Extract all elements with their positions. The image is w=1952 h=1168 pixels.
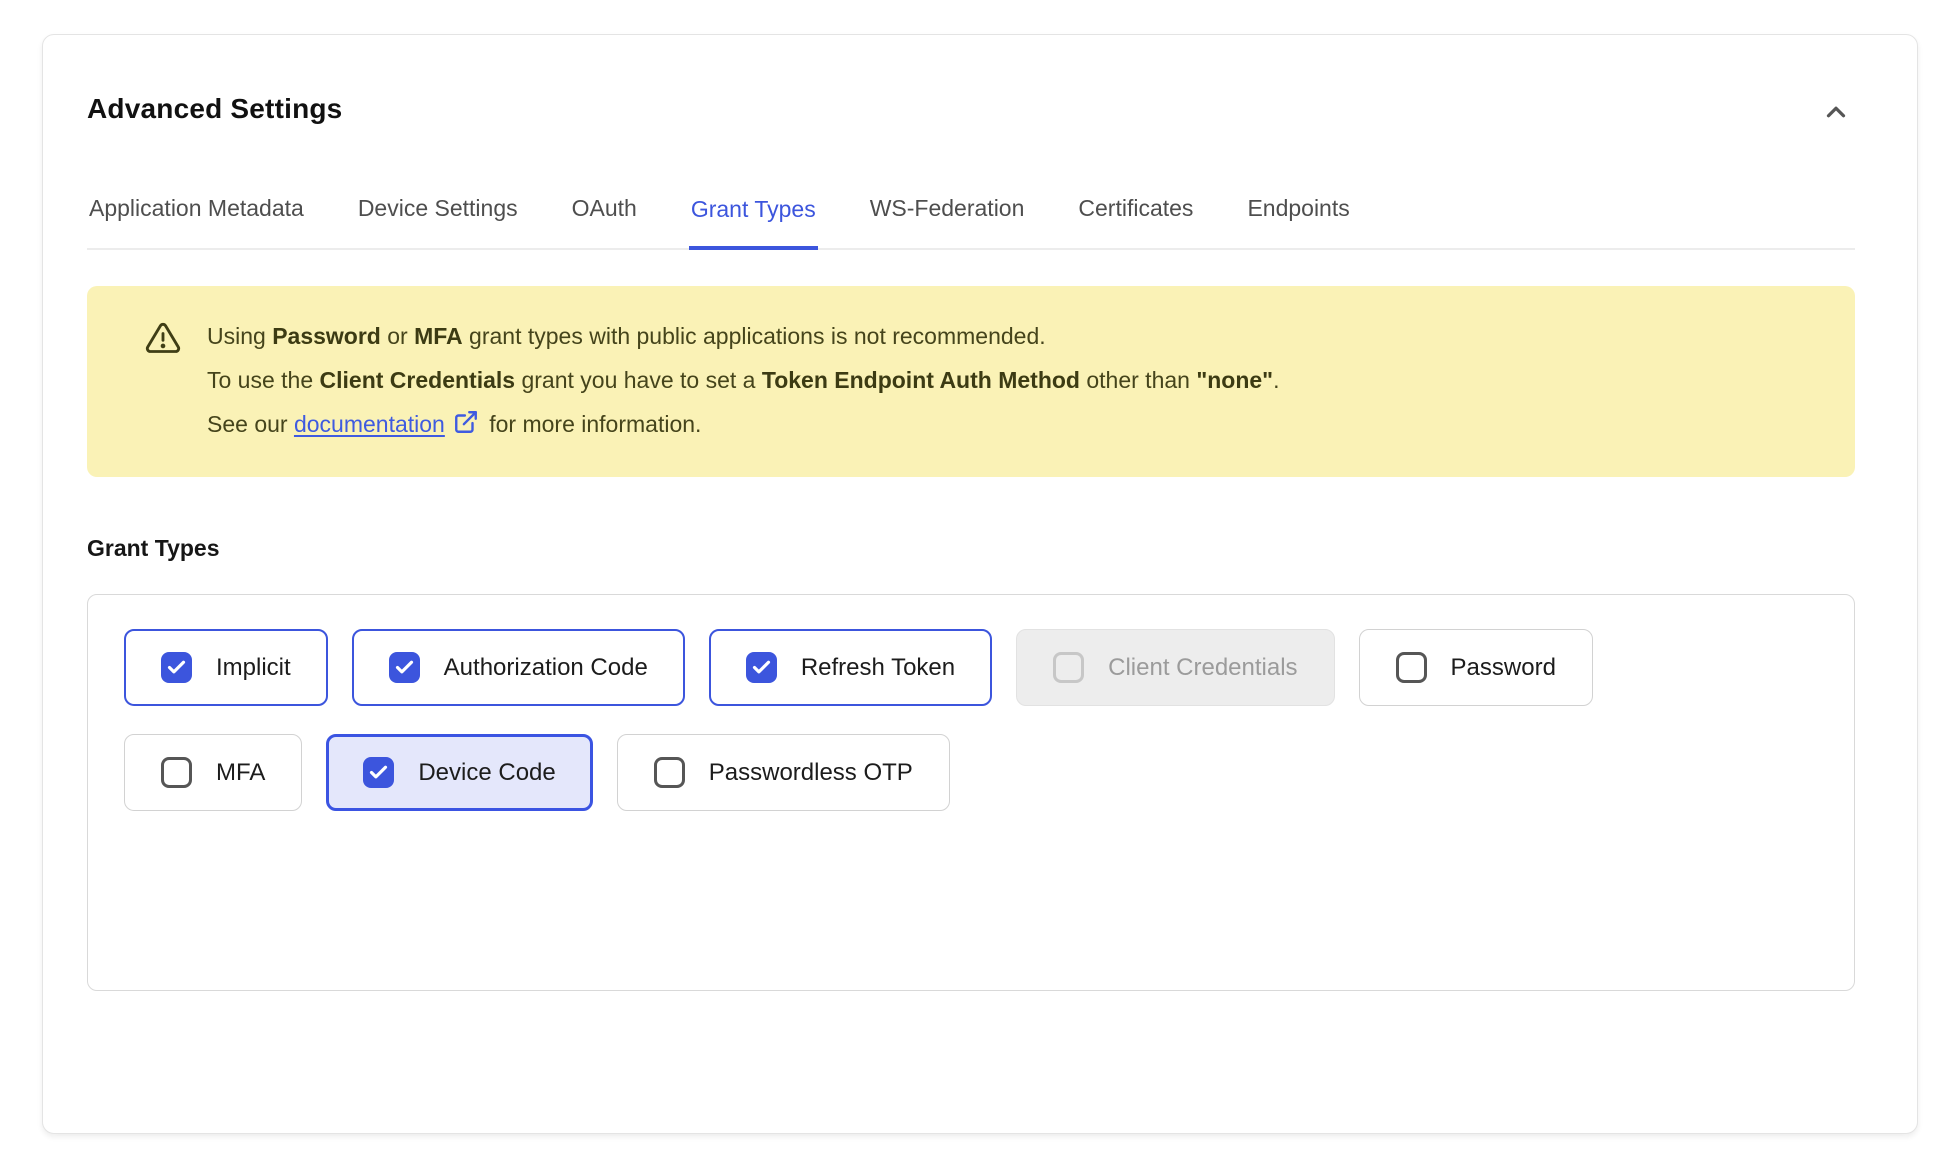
warning-bold-text: "none" bbox=[1196, 367, 1273, 393]
warning-line-2: To use the Client Credentials grant you … bbox=[207, 358, 1279, 402]
grant-type-label: Refresh Token bbox=[801, 654, 955, 682]
grant-type-label: Password bbox=[1451, 654, 1556, 682]
grant-type-label: Device Code bbox=[418, 759, 555, 787]
advanced-settings-panel: Advanced Settings Application Metadata De… bbox=[42, 34, 1918, 1134]
tab-oauth[interactable]: OAuth bbox=[570, 195, 639, 248]
checkbox-unchecked-icon[interactable] bbox=[1396, 652, 1427, 683]
grant-types-group: Implicit Authorization Code Refresh Token C… bbox=[87, 594, 1855, 991]
checkbox-checked-icon[interactable] bbox=[389, 652, 420, 683]
tab-device-settings[interactable]: Device Settings bbox=[356, 195, 520, 248]
warning-bold-text: Password bbox=[272, 323, 381, 349]
tab-certificates[interactable]: Certificates bbox=[1076, 195, 1195, 248]
panel-header: Advanced Settings bbox=[87, 91, 1855, 131]
warning-text: Using Password or MFA grant types with p… bbox=[207, 314, 1279, 449]
grant-type-chip-mfa[interactable]: MFA bbox=[124, 734, 302, 811]
settings-tab-bar: Application Metadata Device Settings OAuth… bbox=[87, 195, 1855, 250]
checkbox-checked-icon[interactable] bbox=[363, 757, 394, 788]
grant-type-chip-password[interactable]: Password bbox=[1359, 629, 1593, 706]
warning-banner: Using Password or MFA grant types with p… bbox=[87, 286, 1855, 477]
warning-bold-text: Token Endpoint Auth Method bbox=[762, 367, 1080, 393]
warning-line-1: Using Password or MFA grant types with p… bbox=[207, 314, 1279, 358]
grant-type-label: Passwordless OTP bbox=[709, 759, 913, 787]
grant-type-chip-authorization-code[interactable]: Authorization Code bbox=[352, 629, 685, 706]
external-link-icon[interactable] bbox=[453, 405, 479, 449]
warning-bold-text: Client Credentials bbox=[320, 367, 516, 393]
chevron-up-icon bbox=[1821, 97, 1851, 127]
warning-bold-text: MFA bbox=[414, 323, 463, 349]
grant-types-row-2: MFA Device Code Passwordless OTP bbox=[124, 734, 1824, 811]
grant-type-chip-passwordless-otp[interactable]: Passwordless OTP bbox=[617, 734, 950, 811]
checkbox-checked-icon[interactable] bbox=[746, 652, 777, 683]
checkbox-unchecked-icon[interactable] bbox=[161, 757, 192, 788]
grant-type-chip-device-code[interactable]: Device Code bbox=[326, 734, 592, 811]
page-title: Advanced Settings bbox=[87, 91, 342, 127]
grant-type-label: Authorization Code bbox=[444, 654, 648, 682]
checkbox-unchecked-icon[interactable] bbox=[654, 757, 685, 788]
grant-type-chip-refresh-token[interactable]: Refresh Token bbox=[709, 629, 992, 706]
checkbox-checked-icon[interactable] bbox=[161, 652, 192, 683]
grant-type-label: Client Credentials bbox=[1108, 654, 1297, 682]
tab-endpoints[interactable]: Endpoints bbox=[1245, 195, 1351, 248]
grant-type-chip-client-credentials: Client Credentials bbox=[1016, 629, 1334, 706]
grant-type-chip-implicit[interactable]: Implicit bbox=[124, 629, 328, 706]
tab-ws-federation[interactable]: WS-Federation bbox=[868, 195, 1027, 248]
grant-types-row-1: Implicit Authorization Code Refresh Token C… bbox=[124, 629, 1824, 706]
tab-grant-types[interactable]: Grant Types bbox=[689, 195, 818, 250]
grant-types-heading: Grant Types bbox=[87, 535, 1855, 562]
grant-type-label: MFA bbox=[216, 759, 265, 787]
tab-application-metadata[interactable]: Application Metadata bbox=[87, 195, 306, 248]
warning-triangle-icon bbox=[145, 320, 181, 361]
grant-type-label: Implicit bbox=[216, 654, 291, 682]
documentation-link[interactable]: documentation bbox=[294, 411, 445, 437]
collapse-panel-button[interactable] bbox=[1817, 93, 1855, 131]
warning-line-3: See our documentation for more informati… bbox=[207, 402, 1279, 449]
checkbox-unchecked-icon bbox=[1053, 652, 1084, 683]
